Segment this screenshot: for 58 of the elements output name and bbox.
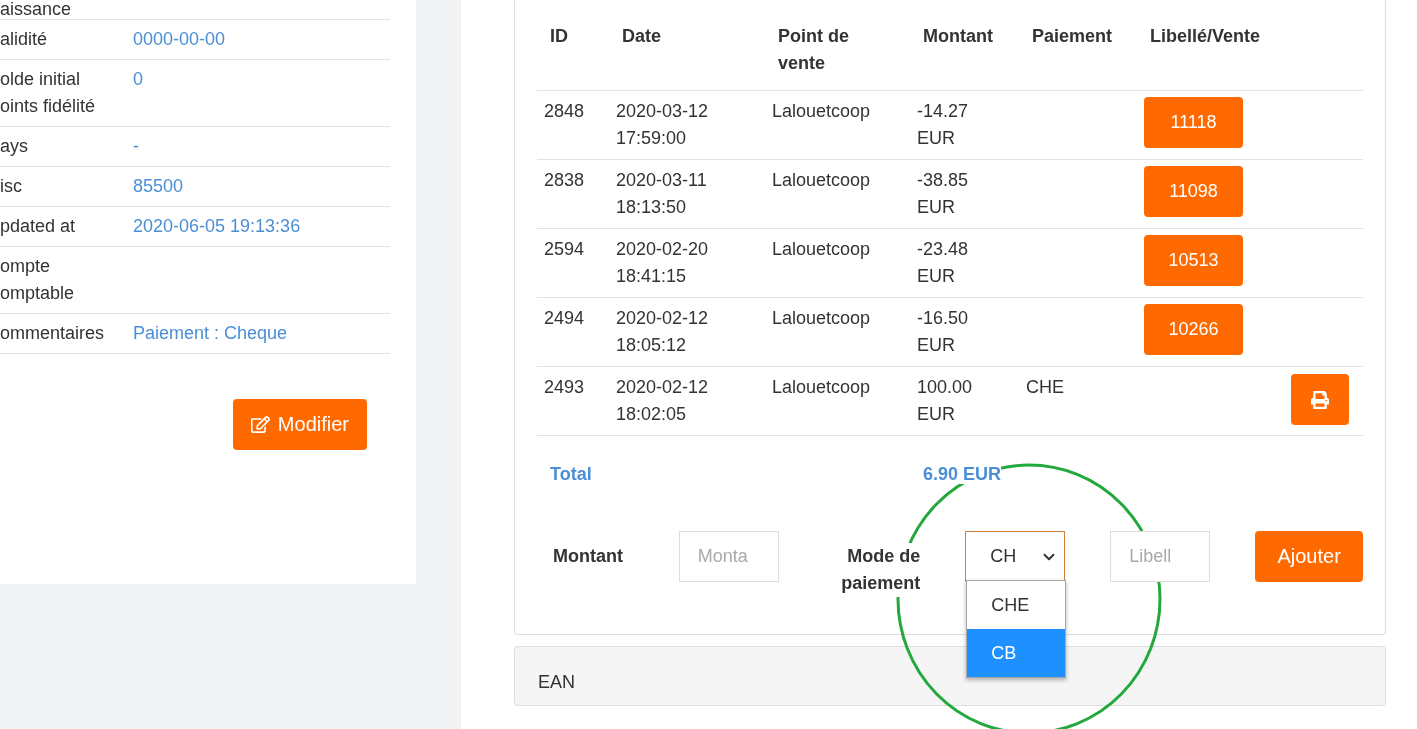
- table-cell-text: Lalouetcoop: [771, 376, 872, 399]
- field-value: -: [133, 135, 140, 158]
- column-header: ID: [549, 25, 569, 48]
- column-header: Paiement: [1031, 25, 1114, 48]
- sale-button[interactable]: 10266: [1144, 304, 1243, 355]
- column-header: Date: [621, 25, 662, 48]
- field-label: ompte omptable: [0, 255, 76, 305]
- print-button[interactable]: [1291, 374, 1349, 425]
- field-label: ays: [0, 135, 29, 158]
- table-cell-text: -14.27 EUR: [916, 100, 970, 150]
- modifier-button[interactable]: Modifier: [232, 399, 367, 450]
- edit-icon: [250, 415, 270, 434]
- table-cell-text: 2020-03-12 17:59:00: [615, 100, 710, 150]
- column-header: Libellé/Vente: [1149, 25, 1262, 48]
- sale-button[interactable]: 10513: [1144, 235, 1243, 286]
- field-label: alidité: [0, 28, 49, 51]
- label-input[interactable]: Libell: [1110, 531, 1211, 582]
- column-header: Point de vente: [777, 25, 850, 75]
- sale-button[interactable]: 11118: [1144, 97, 1243, 148]
- field-value: 0: [133, 68, 144, 91]
- table-cell-text: Lalouetcoop: [771, 169, 872, 192]
- field-label: aissance: [0, 0, 73, 19]
- table-cell-text: -23.48 EUR: [916, 238, 970, 288]
- table-cell-text: -38.85 EUR: [916, 169, 970, 219]
- table-cell-text: 2594: [543, 238, 586, 261]
- field-value: 85500: [133, 175, 185, 198]
- table-cell-text: 2848: [543, 100, 586, 123]
- payment-mode-select[interactable]: CH: [965, 531, 1066, 582]
- table-cell-text: CHE: [1025, 376, 1065, 399]
- total-label: Total: [549, 463, 593, 486]
- field-label: ommentaires: [0, 322, 106, 345]
- table-cell-text: 2838: [543, 169, 586, 192]
- ajouter-button[interactable]: Ajouter: [1255, 531, 1363, 582]
- panel-title: EAN: [538, 672, 575, 693]
- table-cell-text: -16.50 EUR: [916, 307, 970, 357]
- table-cell-text: 2493: [543, 376, 586, 399]
- field-label: isc: [0, 175, 23, 198]
- table-cell-text: 2494: [543, 307, 586, 330]
- sale-button[interactable]: 11098: [1144, 166, 1243, 217]
- table-cell-text: 2020-03-11 18:13:50: [615, 169, 708, 219]
- print-icon: [1311, 390, 1329, 409]
- total-value: 6.90 EUR: [923, 464, 1002, 484]
- table-cell-text: 2020-02-20 18:41:15: [615, 238, 710, 288]
- field-value: 2020-06-05 19:13:36: [133, 215, 302, 238]
- amount-input[interactable]: Monta: [678, 531, 779, 582]
- table-cell-text: Lalouetcoop: [771, 238, 872, 261]
- table-cell-text: Lalouetcoop: [771, 307, 872, 330]
- table-cell-text: 2020-02-12 18:05:12: [615, 307, 710, 357]
- field-label: pdated at: [0, 215, 77, 238]
- table-cell-text: Lalouetcoop: [771, 100, 872, 123]
- field-value: 0000-00-00: [133, 28, 227, 51]
- dropdown-option[interactable]: CB: [967, 629, 1066, 677]
- table-cell-text: 2020-02-12 18:02:05: [615, 376, 710, 426]
- field-value: Paiement : Cheque: [133, 322, 289, 345]
- field-label: olde initial oints fidélité: [0, 68, 97, 118]
- dropdown-option[interactable]: CHE: [967, 581, 1066, 629]
- column-header: Montant: [922, 25, 994, 48]
- table-cell-text: 100.00 EUR: [916, 376, 974, 426]
